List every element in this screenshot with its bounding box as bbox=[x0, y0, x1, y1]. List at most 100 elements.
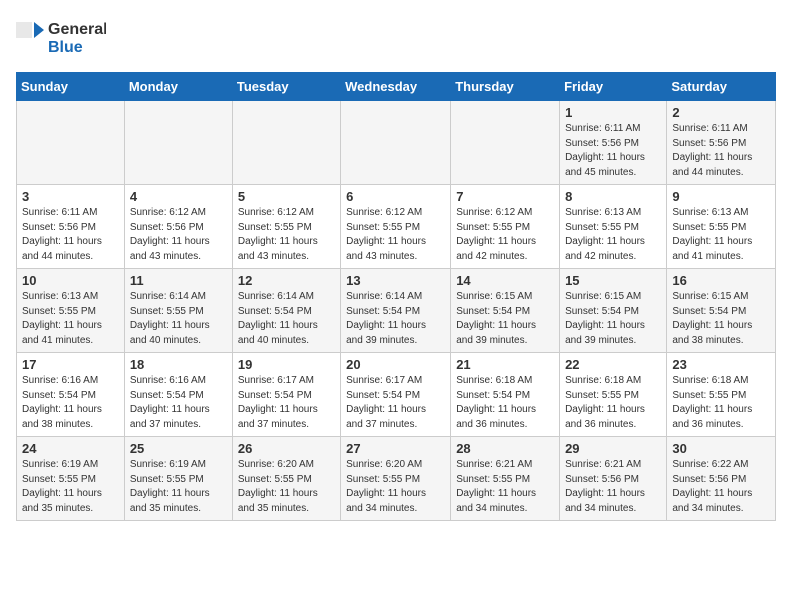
calendar-cell: 11 Sunrise: 6:14 AM Sunset: 5:55 PM Dayli… bbox=[124, 269, 232, 353]
day-info: Sunrise: 6:14 AM Sunset: 5:54 PM Dayligh… bbox=[346, 290, 445, 348]
col-header-monday: Monday bbox=[124, 73, 232, 101]
calendar-cell: 1Sunrise: 6:11 AM Sunset: 5:56 PM Daylig… bbox=[560, 101, 667, 185]
calendar-cell: 23 Sunrise: 6:18 AM Sunset: 5:55 PM Dayli… bbox=[667, 353, 776, 437]
calendar-cell: 28 Sunrise: 6:21 AM Sunset: 5:55 PM Dayli… bbox=[451, 437, 560, 521]
calendar-cell: 10 Sunrise: 6:13 AM Sunset: 5:55 PM Dayli… bbox=[17, 269, 125, 353]
page-header: GeneralBlue bbox=[16, 16, 776, 60]
calendar-week-row: 10 Sunrise: 6:13 AM Sunset: 5:55 PM Dayli… bbox=[17, 269, 776, 353]
day-number: 18 bbox=[130, 357, 227, 372]
calendar-cell: 8 Sunrise: 6:13 AM Sunset: 5:55 PM Daylig… bbox=[560, 185, 667, 269]
day-info: Sunrise: 6:13 AM Sunset: 5:55 PM Dayligh… bbox=[565, 206, 661, 264]
day-info: Sunrise: 6:17 AM Sunset: 5:54 PM Dayligh… bbox=[238, 374, 335, 432]
day-number: 19 bbox=[238, 357, 335, 372]
day-info: Sunrise: 6:16 AM Sunset: 5:54 PM Dayligh… bbox=[130, 374, 227, 432]
day-number: 25 bbox=[130, 441, 227, 456]
calendar-cell: 22Sunrise: 6:18 AM Sunset: 5:55 PM Dayli… bbox=[560, 353, 667, 437]
calendar-cell: 7 Sunrise: 6:12 AM Sunset: 5:55 PM Daylig… bbox=[451, 185, 560, 269]
logo: GeneralBlue bbox=[16, 16, 106, 60]
svg-text:Blue: Blue bbox=[48, 39, 83, 56]
day-info: Sunrise: 6:22 AM Sunset: 5:56 PM Dayligh… bbox=[672, 458, 770, 516]
day-info: Sunrise: 6:18 AM Sunset: 5:54 PM Dayligh… bbox=[456, 374, 554, 432]
day-info: Sunrise: 6:19 AM Sunset: 5:55 PM Dayligh… bbox=[130, 458, 227, 516]
calendar-cell: 25 Sunrise: 6:19 AM Sunset: 5:55 PM Dayli… bbox=[124, 437, 232, 521]
day-info: Sunrise: 6:15 AM Sunset: 5:54 PM Dayligh… bbox=[456, 290, 554, 348]
day-info: Sunrise: 6:13 AM Sunset: 5:55 PM Dayligh… bbox=[22, 290, 119, 348]
day-info: Sunrise: 6:11 AM Sunset: 5:56 PM Dayligh… bbox=[22, 206, 119, 264]
calendar-cell: 9 Sunrise: 6:13 AM Sunset: 5:55 PM Daylig… bbox=[667, 185, 776, 269]
day-number: 13 bbox=[346, 273, 445, 288]
day-info: Sunrise: 6:12 AM Sunset: 5:55 PM Dayligh… bbox=[456, 206, 554, 264]
calendar-cell bbox=[341, 101, 451, 185]
calendar-week-row: 1Sunrise: 6:11 AM Sunset: 5:56 PM Daylig… bbox=[17, 101, 776, 185]
day-info: Sunrise: 6:20 AM Sunset: 5:55 PM Dayligh… bbox=[346, 458, 445, 516]
day-info: Sunrise: 6:11 AM Sunset: 5:56 PM Dayligh… bbox=[672, 122, 770, 180]
day-number: 26 bbox=[238, 441, 335, 456]
col-header-sunday: Sunday bbox=[17, 73, 125, 101]
day-info: Sunrise: 6:17 AM Sunset: 5:54 PM Dayligh… bbox=[346, 374, 445, 432]
day-number: 21 bbox=[456, 357, 554, 372]
calendar-cell: 5 Sunrise: 6:12 AM Sunset: 5:55 PM Daylig… bbox=[232, 185, 340, 269]
col-header-friday: Friday bbox=[560, 73, 667, 101]
calendar-cell: 14 Sunrise: 6:15 AM Sunset: 5:54 PM Dayli… bbox=[451, 269, 560, 353]
day-info: Sunrise: 6:12 AM Sunset: 5:55 PM Dayligh… bbox=[238, 206, 335, 264]
calendar-cell: 15Sunrise: 6:15 AM Sunset: 5:54 PM Dayli… bbox=[560, 269, 667, 353]
day-info: Sunrise: 6:13 AM Sunset: 5:55 PM Dayligh… bbox=[672, 206, 770, 264]
day-number: 11 bbox=[130, 273, 227, 288]
day-info: Sunrise: 6:14 AM Sunset: 5:54 PM Dayligh… bbox=[238, 290, 335, 348]
calendar-cell: 29 Sunrise: 6:21 AM Sunset: 5:56 PM Dayli… bbox=[560, 437, 667, 521]
day-number: 20 bbox=[346, 357, 445, 372]
calendar-cell bbox=[17, 101, 125, 185]
col-header-thursday: Thursday bbox=[451, 73, 560, 101]
day-number: 12 bbox=[238, 273, 335, 288]
calendar-cell: 20 Sunrise: 6:17 AM Sunset: 5:54 PM Dayli… bbox=[341, 353, 451, 437]
calendar-cell: 30 Sunrise: 6:22 AM Sunset: 5:56 PM Dayli… bbox=[667, 437, 776, 521]
day-info: Sunrise: 6:16 AM Sunset: 5:54 PM Dayligh… bbox=[22, 374, 119, 432]
day-number: 22 bbox=[565, 357, 661, 372]
day-number: 8 bbox=[565, 189, 661, 204]
day-info: Sunrise: 6:12 AM Sunset: 5:55 PM Dayligh… bbox=[346, 206, 445, 264]
day-number: 15 bbox=[565, 273, 661, 288]
day-info: Sunrise: 6:19 AM Sunset: 5:55 PM Dayligh… bbox=[22, 458, 119, 516]
col-header-tuesday: Tuesday bbox=[232, 73, 340, 101]
calendar-cell: 3 Sunrise: 6:11 AM Sunset: 5:56 PM Daylig… bbox=[17, 185, 125, 269]
calendar-cell: 2 Sunrise: 6:11 AM Sunset: 5:56 PM Daylig… bbox=[667, 101, 776, 185]
day-info: Sunrise: 6:14 AM Sunset: 5:55 PM Dayligh… bbox=[130, 290, 227, 348]
day-number: 5 bbox=[238, 189, 335, 204]
day-info: Sunrise: 6:15 AM Sunset: 5:54 PM Dayligh… bbox=[672, 290, 770, 348]
day-number: 30 bbox=[672, 441, 770, 456]
day-info: Sunrise: 6:21 AM Sunset: 5:56 PM Dayligh… bbox=[565, 458, 661, 516]
day-number: 6 bbox=[346, 189, 445, 204]
day-number: 28 bbox=[456, 441, 554, 456]
calendar-cell bbox=[451, 101, 560, 185]
calendar-week-row: 17Sunrise: 6:16 AM Sunset: 5:54 PM Dayli… bbox=[17, 353, 776, 437]
calendar-cell bbox=[124, 101, 232, 185]
col-header-saturday: Saturday bbox=[667, 73, 776, 101]
day-number: 3 bbox=[22, 189, 119, 204]
calendar-cell: 19 Sunrise: 6:17 AM Sunset: 5:54 PM Dayli… bbox=[232, 353, 340, 437]
calendar-cell: 12 Sunrise: 6:14 AM Sunset: 5:54 PM Dayli… bbox=[232, 269, 340, 353]
calendar-cell: 4 Sunrise: 6:12 AM Sunset: 5:56 PM Daylig… bbox=[124, 185, 232, 269]
day-number: 7 bbox=[456, 189, 554, 204]
calendar-cell: 27Sunrise: 6:20 AM Sunset: 5:55 PM Dayli… bbox=[341, 437, 451, 521]
day-info: Sunrise: 6:20 AM Sunset: 5:55 PM Dayligh… bbox=[238, 458, 335, 516]
calendar-cell: 18 Sunrise: 6:16 AM Sunset: 5:54 PM Dayli… bbox=[124, 353, 232, 437]
svg-text:General: General bbox=[48, 21, 106, 38]
day-number: 29 bbox=[565, 441, 661, 456]
day-number: 4 bbox=[130, 189, 227, 204]
day-info: Sunrise: 6:21 AM Sunset: 5:55 PM Dayligh… bbox=[456, 458, 554, 516]
calendar-cell: 16Sunrise: 6:15 AM Sunset: 5:54 PM Dayli… bbox=[667, 269, 776, 353]
day-number: 9 bbox=[672, 189, 770, 204]
calendar-cell: 24 Sunrise: 6:19 AM Sunset: 5:55 PM Dayli… bbox=[17, 437, 125, 521]
day-info: Sunrise: 6:12 AM Sunset: 5:56 PM Dayligh… bbox=[130, 206, 227, 264]
day-number: 2 bbox=[672, 105, 770, 120]
calendar-header-row: SundayMondayTuesdayWednesdayThursdayFrid… bbox=[17, 73, 776, 101]
day-number: 24 bbox=[22, 441, 119, 456]
day-info: Sunrise: 6:18 AM Sunset: 5:55 PM Dayligh… bbox=[672, 374, 770, 432]
calendar-cell: 21 Sunrise: 6:18 AM Sunset: 5:54 PM Dayli… bbox=[451, 353, 560, 437]
logo-svg: GeneralBlue bbox=[16, 16, 106, 60]
calendar-week-row: 24 Sunrise: 6:19 AM Sunset: 5:55 PM Dayli… bbox=[17, 437, 776, 521]
day-number: 14 bbox=[456, 273, 554, 288]
day-number: 10 bbox=[22, 273, 119, 288]
col-header-wednesday: Wednesday bbox=[341, 73, 451, 101]
day-number: 23 bbox=[672, 357, 770, 372]
